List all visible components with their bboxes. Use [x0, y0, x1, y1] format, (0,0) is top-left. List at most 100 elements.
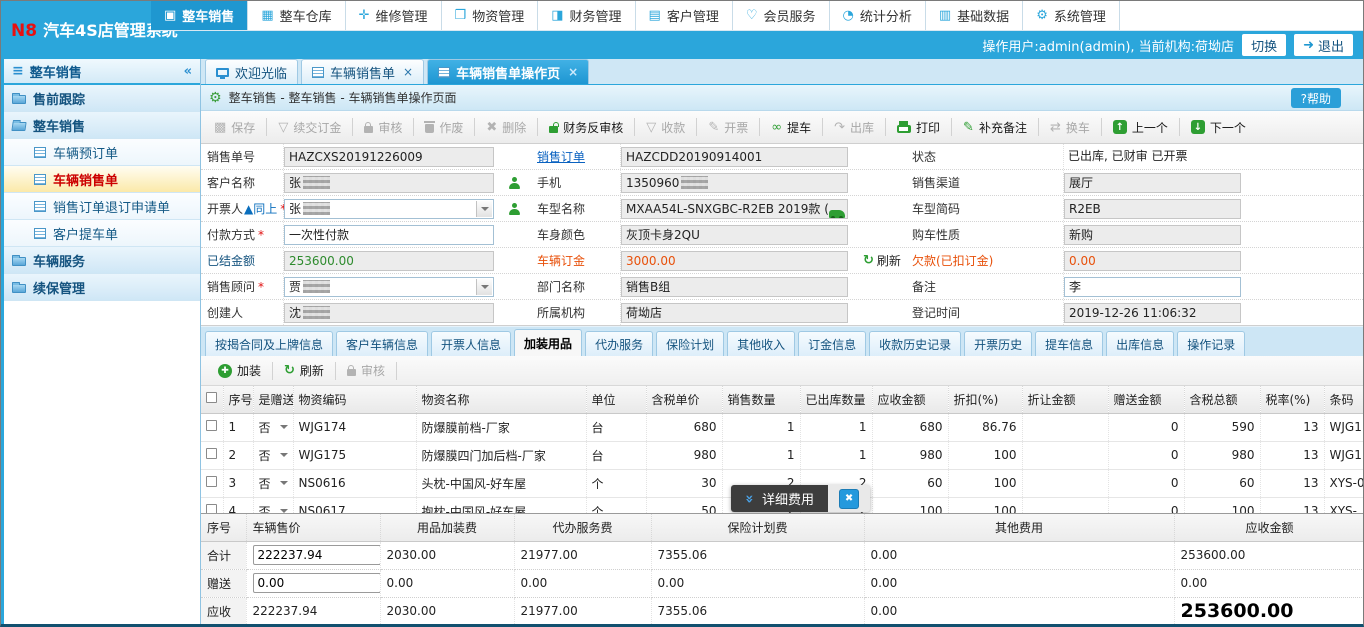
save-button[interactable]: ▩保存 [205, 115, 264, 139]
nav-item-vehicle-sales[interactable]: ▣整车销售 [151, 1, 248, 30]
outbound-button[interactable]: ↷出库 [825, 115, 883, 139]
switch-org-button[interactable]: 切换 [1242, 34, 1286, 56]
chevron-down-icon[interactable]: « [742, 494, 758, 503]
tab-other-income[interactable]: 其他收入 [727, 331, 795, 356]
col-header: 是赠送 [253, 386, 293, 413]
pickup-button[interactable]: ∞提车 [762, 115, 820, 139]
table-row: 1 否 WJG174 防爆膜前档-厂家 台 680 1 1 680 86.76 … [201, 413, 1363, 441]
settled-amount-label: 已结金额 [201, 248, 284, 273]
person-lookup-icon[interactable] [509, 203, 520, 215]
void-button[interactable]: 作废 [416, 115, 472, 139]
sidebar-item-vehicle-sales-order[interactable]: 车辆销售单 [4, 166, 200, 193]
redacted-text [303, 202, 330, 215]
close-icon[interactable]: × [568, 65, 578, 79]
person-lookup-icon[interactable] [509, 177, 520, 189]
department-value: 销售B组 [621, 277, 848, 297]
pencil-icon: ✎ [708, 121, 719, 134]
form-row: 开票人▲同上* 张 车型名称 MXAA54L-SNXGBC-R2EB 2019款… [201, 196, 1363, 222]
payment-method-input[interactable] [284, 225, 494, 245]
gift-select[interactable]: 否 [253, 469, 293, 497]
chevron-down-icon[interactable] [476, 279, 492, 295]
tab-invoice-history[interactable]: 开票历史 [964, 331, 1032, 356]
tab-payment-history[interactable]: 收款历史记录 [869, 331, 961, 356]
tab-deposit-info[interactable]: 订金信息 [798, 331, 866, 356]
logout-button[interactable]: ➜退出 [1294, 34, 1353, 56]
sidebar-item-presale-tracking[interactable]: 售前跟踪 [4, 85, 200, 112]
body-color-value: 灰顶卡身2QU [621, 225, 848, 245]
delete-button[interactable]: ✖删除 [477, 115, 535, 139]
nav-item-customers[interactable]: ▤客户管理 [636, 1, 733, 30]
box-icon: ❒ [455, 9, 467, 22]
col-header: 已出库数量 [800, 386, 872, 413]
tab-welcome[interactable]: 欢迎光临 [205, 59, 298, 84]
same-as-above-link[interactable]: ▲同上 [244, 200, 277, 217]
phone-label: 手机 [531, 170, 621, 195]
arrow-up-icon: ↑ [1113, 120, 1127, 134]
chevron-down-icon[interactable] [476, 201, 492, 217]
finance-unaudit-button[interactable]: 财务反审核 [540, 115, 632, 139]
app-window: N8汽车4S店管理系统 ▣整车销售 ▦整车仓库 ✛维修管理 ❒物资管理 ◨财务管… [0, 0, 1364, 627]
gift-select[interactable]: 否 [253, 413, 293, 441]
payment-method-label: 付款方式* [201, 222, 284, 247]
invoicee-select[interactable]: 张 [284, 199, 494, 219]
close-icon[interactable]: × [403, 65, 413, 79]
add-accessory-button[interactable]: ✚加装 [209, 359, 270, 383]
nav-item-vehicle-warehouse[interactable]: ▦整车仓库 [248, 1, 345, 30]
sidebar-item-customer-pickup[interactable]: 客户提车单 [4, 220, 200, 247]
refresh-grid-button[interactable]: ↻刷新 [275, 359, 333, 383]
print-button[interactable]: 打印 [888, 115, 949, 139]
audit-accessory-button[interactable]: 审核 [338, 359, 394, 383]
tab-invoicee-info[interactable]: 开票人信息 [431, 331, 511, 356]
renew-deposit-button[interactable]: ▽续交订金 [269, 115, 350, 139]
vehicle-price-total-input[interactable] [253, 545, 381, 565]
row-checkbox[interactable] [206, 448, 217, 459]
tab-agency-services[interactable]: 代办服务 [585, 331, 653, 356]
sidebar-item-vehicle-service[interactable]: 车辆服务 [4, 247, 200, 274]
form-row: 已结金额 253600.00 车辆订金 3000.00 ↻刷新 欠款(已扣订金)… [201, 248, 1363, 274]
nav-item-members[interactable]: ♡会员服务 [733, 1, 830, 30]
tab-vehicle-sales-order[interactable]: 车辆销售单× [301, 59, 424, 84]
nav-item-base-data[interactable]: ▥基础数据 [926, 1, 1023, 30]
tab-insurance-plan[interactable]: 保险计划 [656, 331, 724, 356]
sidebar-collapse-icon[interactable]: « [184, 64, 192, 79]
tab-outbound-info[interactable]: 出库信息 [1106, 331, 1174, 356]
tab-customer-vehicle-info[interactable]: 客户车辆信息 [336, 331, 428, 356]
purchase-type-value: 新购 [1064, 225, 1241, 245]
sidebar-item-vehicle-sales[interactable]: 整车销售 [4, 112, 200, 139]
previous-record-button[interactable]: ↑上一个 [1104, 115, 1177, 139]
tab-sales-order-operation[interactable]: 车辆销售单操作页× [427, 59, 589, 84]
model-code-value: R2EB [1064, 199, 1241, 219]
close-icon[interactable]: ✖ [839, 489, 859, 509]
swap-vehicle-button[interactable]: ⇄换车 [1041, 115, 1099, 139]
sidebar-item-order-cancel-request[interactable]: 销售订单退订申请单 [4, 193, 200, 220]
next-record-button[interactable]: ↓下一个 [1182, 115, 1255, 139]
select-all-checkbox[interactable] [206, 392, 217, 403]
help-button[interactable]: ?帮助 [1291, 88, 1341, 108]
sales-order-link[interactable]: 销售订单 [537, 148, 585, 165]
vehicle-price-gift-input[interactable] [253, 573, 381, 593]
sidebar-header: ≡ 整车销售 « [4, 59, 200, 85]
row-checkbox[interactable] [206, 420, 217, 431]
row-checkbox[interactable] [206, 476, 217, 487]
nav-item-repair[interactable]: ✛维修管理 [346, 1, 442, 30]
audit-button[interactable]: 审核 [355, 115, 411, 139]
tab-pickup-info[interactable]: 提车信息 [1035, 331, 1103, 356]
tab-accessories[interactable]: 加装用品 [514, 329, 582, 356]
invoice-button[interactable]: ✎开票 [699, 115, 757, 139]
nav-item-statistics[interactable]: ◔统计分析 [830, 1, 926, 30]
summary-row-total: 合计 2030.00 21977.00 7355.06 0.00 253600.… [201, 541, 1364, 569]
nav-item-finance[interactable]: ◨财务管理 [538, 1, 635, 30]
receive-payment-button[interactable]: ▽收款 [637, 115, 694, 139]
tab-mortgage-plate-info[interactable]: 按揭合同及上牌信息 [205, 331, 333, 356]
remark-input[interactable] [1064, 277, 1241, 297]
gift-select[interactable]: 否 [253, 441, 293, 469]
refresh-deposit-button[interactable]: ↻刷新 [858, 248, 906, 273]
sidebar-item-renewal-management[interactable]: 续保管理 [4, 274, 200, 301]
nav-item-materials[interactable]: ❒物资管理 [442, 1, 539, 30]
sales-consultant-select[interactable]: 贾 [284, 277, 494, 297]
sidebar-item-vehicle-preorder[interactable]: 车辆预订单 [4, 139, 200, 166]
nav-item-system[interactable]: ⚙系统管理 [1023, 1, 1120, 30]
add-remark-button[interactable]: ✎补充备注 [954, 115, 1036, 139]
list-icon [34, 147, 46, 158]
tab-operation-log[interactable]: 操作记录 [1177, 331, 1245, 356]
